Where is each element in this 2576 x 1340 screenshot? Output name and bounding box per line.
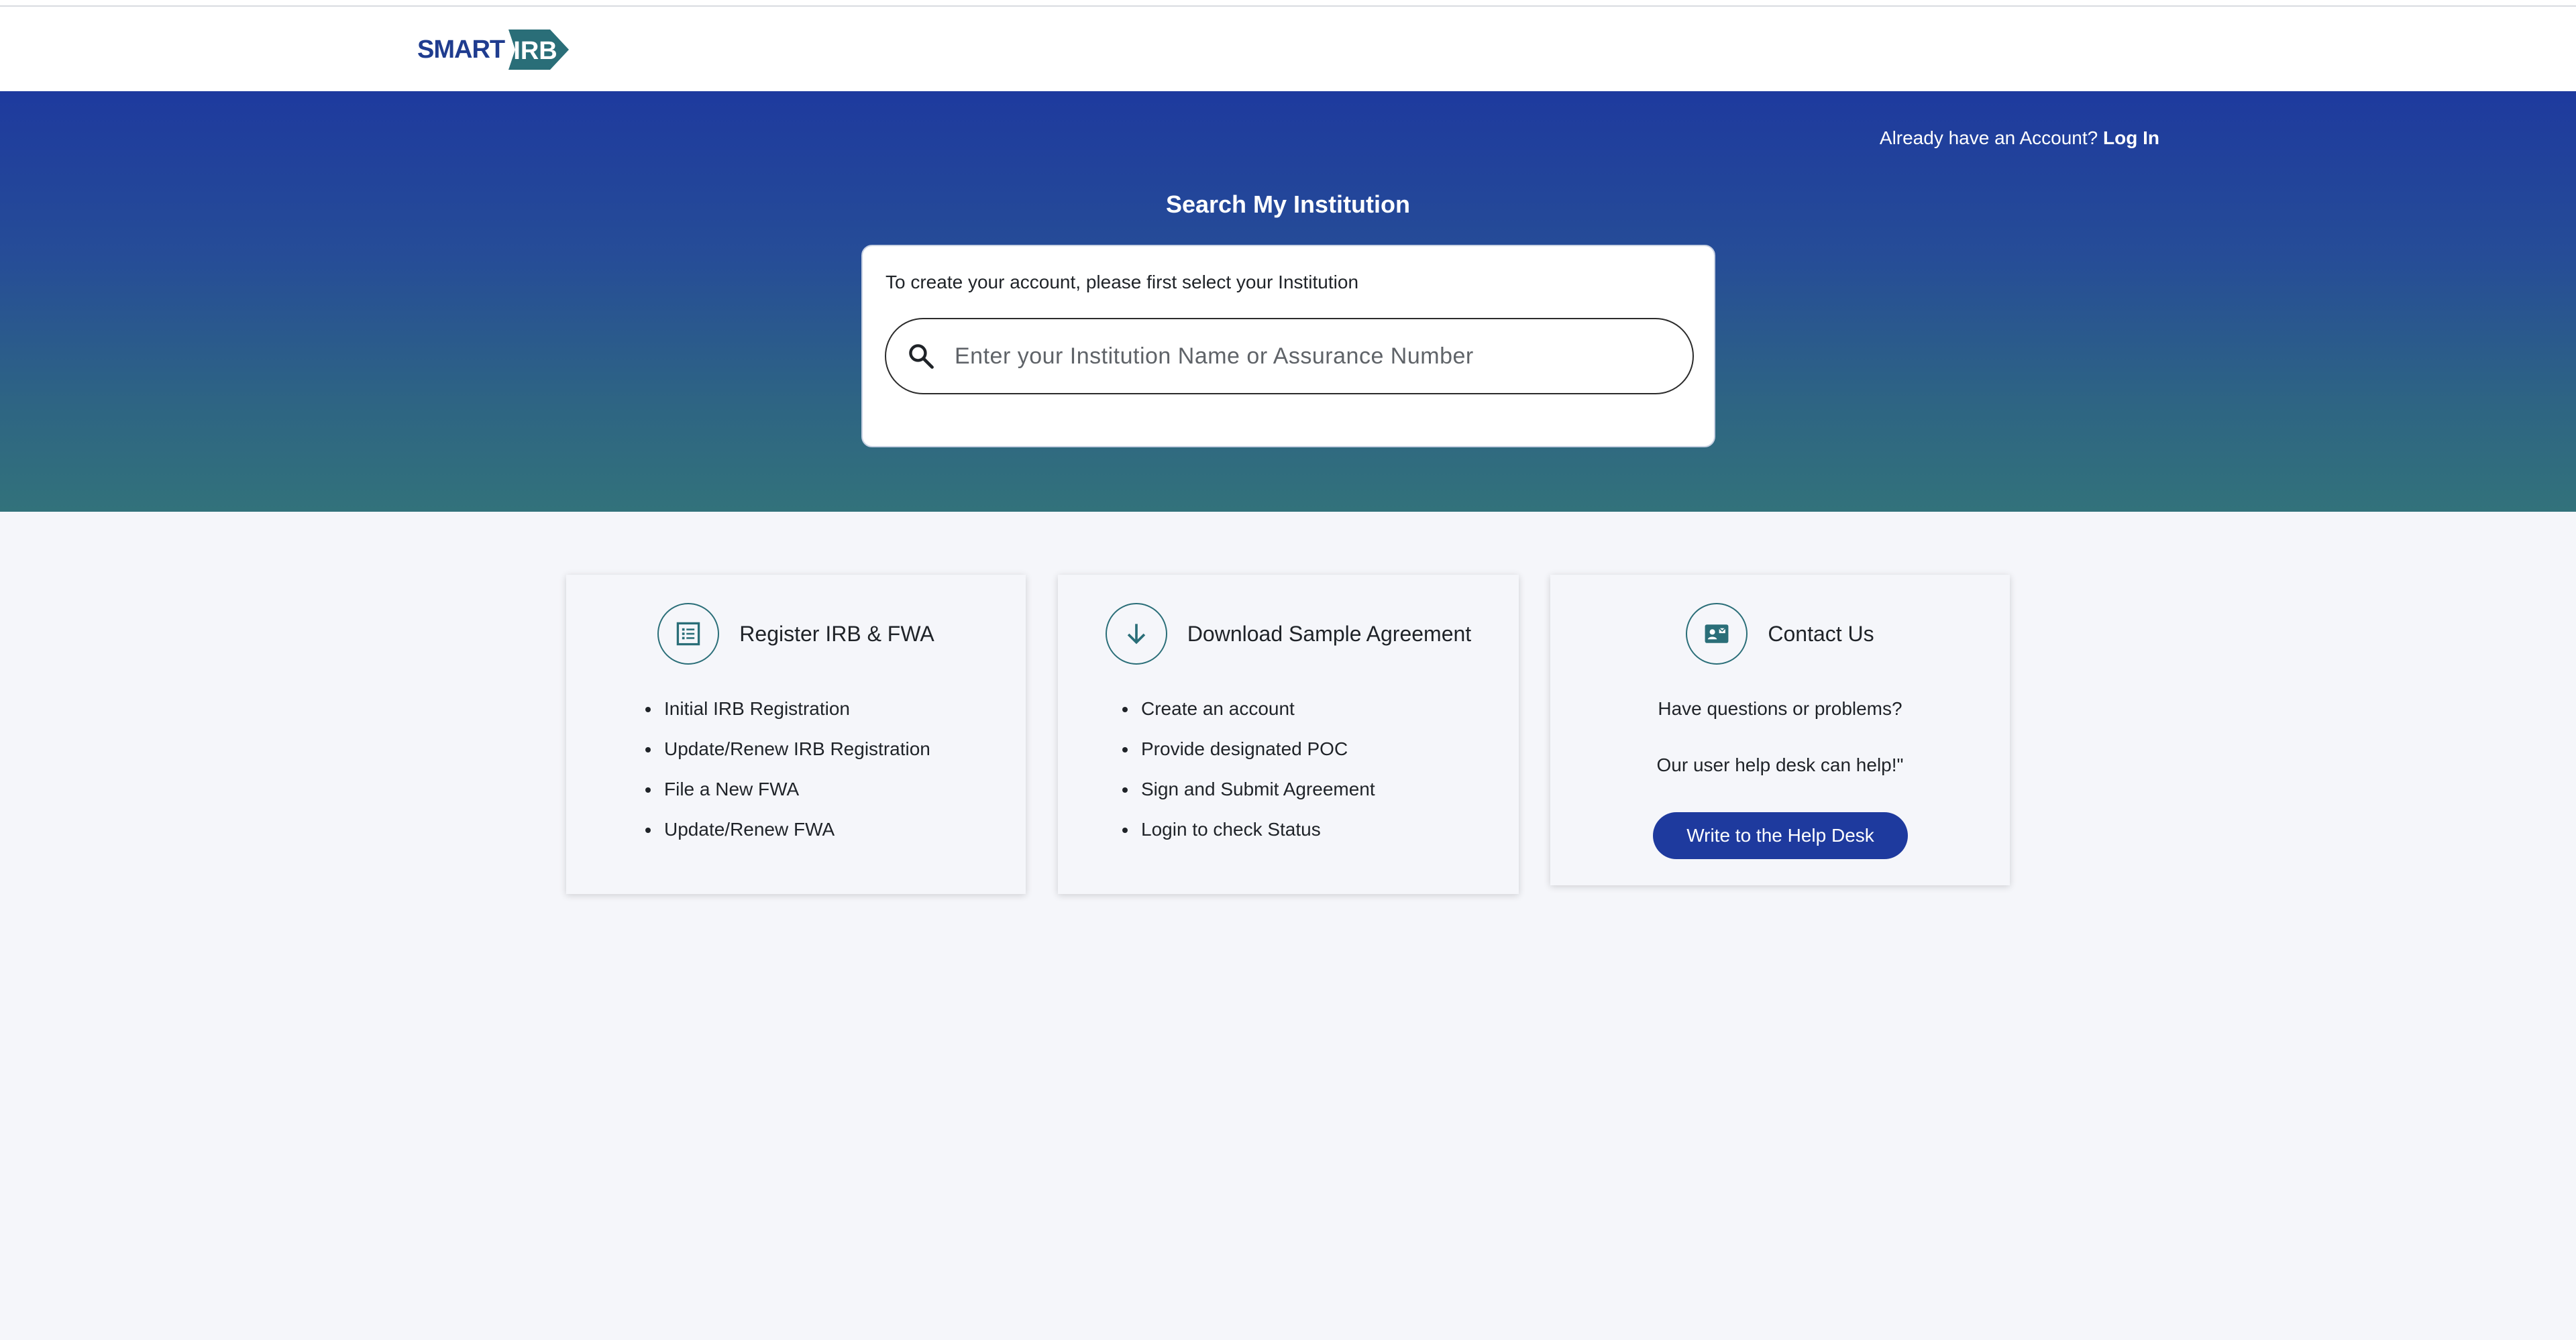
top-strip — [0, 0, 2576, 7]
contact-us-card: Contact Us Have questions or problems? O… — [1550, 575, 2010, 885]
download-card-list: Create an account Provide designated POC… — [1122, 689, 1375, 850]
page-title: Search My Institution — [1165, 190, 1411, 218]
search-card: To create your account, please first sel… — [861, 245, 1715, 447]
download-agreement-card: Download Sample Agreement Create an acco… — [1058, 575, 1519, 894]
search-box[interactable] — [885, 318, 1694, 394]
register-card-header: Register IRB & FWA — [566, 603, 1026, 665]
institution-search-input[interactable] — [955, 329, 1693, 383]
logo-text: SMART — [417, 35, 505, 64]
contact-card-header: Contact Us — [1550, 603, 2010, 665]
smart-irb-logo[interactable]: SMART IRB — [417, 23, 570, 76]
register-card-list: Initial IRB Registration Update/Renew IR… — [645, 689, 930, 850]
contact-answer: Our user help desk can help!" — [1656, 755, 1904, 775]
login-line: Already have an Account? Log In — [1880, 127, 2159, 149]
contact-question: Have questions or problems? — [1658, 698, 1902, 719]
list-item[interactable]: Update/Renew IRB Registration — [645, 729, 930, 769]
list-icon — [657, 603, 720, 665]
site-header: SMART IRB — [0, 7, 2576, 91]
hero-banner: Already have an Account? Log In Search M… — [0, 91, 2576, 512]
list-item[interactable]: Sign and Submit Agreement — [1122, 769, 1375, 809]
login-prompt: Already have an Account? — [1879, 127, 2098, 148]
download-card-title[interactable]: Download Sample Agreement — [1187, 622, 1471, 647]
search-hint: To create your account, please first sel… — [885, 272, 1359, 292]
download-card-header: Download Sample Agreement — [1058, 603, 1519, 665]
contact-card-icon — [1686, 603, 1748, 665]
search-icon — [906, 341, 936, 371]
contact-card-title[interactable]: Contact Us — [1768, 622, 1874, 647]
write-help-desk-button[interactable]: Write to the Help Desk — [1653, 812, 1908, 859]
list-item[interactable]: Create an account — [1122, 689, 1375, 729]
register-irb-card: Register IRB & FWA Initial IRB Registrat… — [566, 575, 1026, 894]
logo-arrow-icon: IRB — [506, 24, 572, 75]
list-item[interactable]: Update/Renew FWA — [645, 809, 930, 850]
register-card-title[interactable]: Register IRB & FWA — [739, 622, 934, 647]
login-link[interactable]: Log In — [2103, 127, 2159, 148]
download-arrow-icon — [1105, 603, 1167, 665]
list-item[interactable]: Provide designated POC — [1122, 729, 1375, 769]
list-item[interactable]: Initial IRB Registration — [645, 689, 930, 729]
list-item[interactable]: Login to check Status — [1122, 809, 1375, 850]
list-item[interactable]: File a New FWA — [645, 769, 930, 809]
logo-mark-text: IRB — [513, 37, 557, 65]
